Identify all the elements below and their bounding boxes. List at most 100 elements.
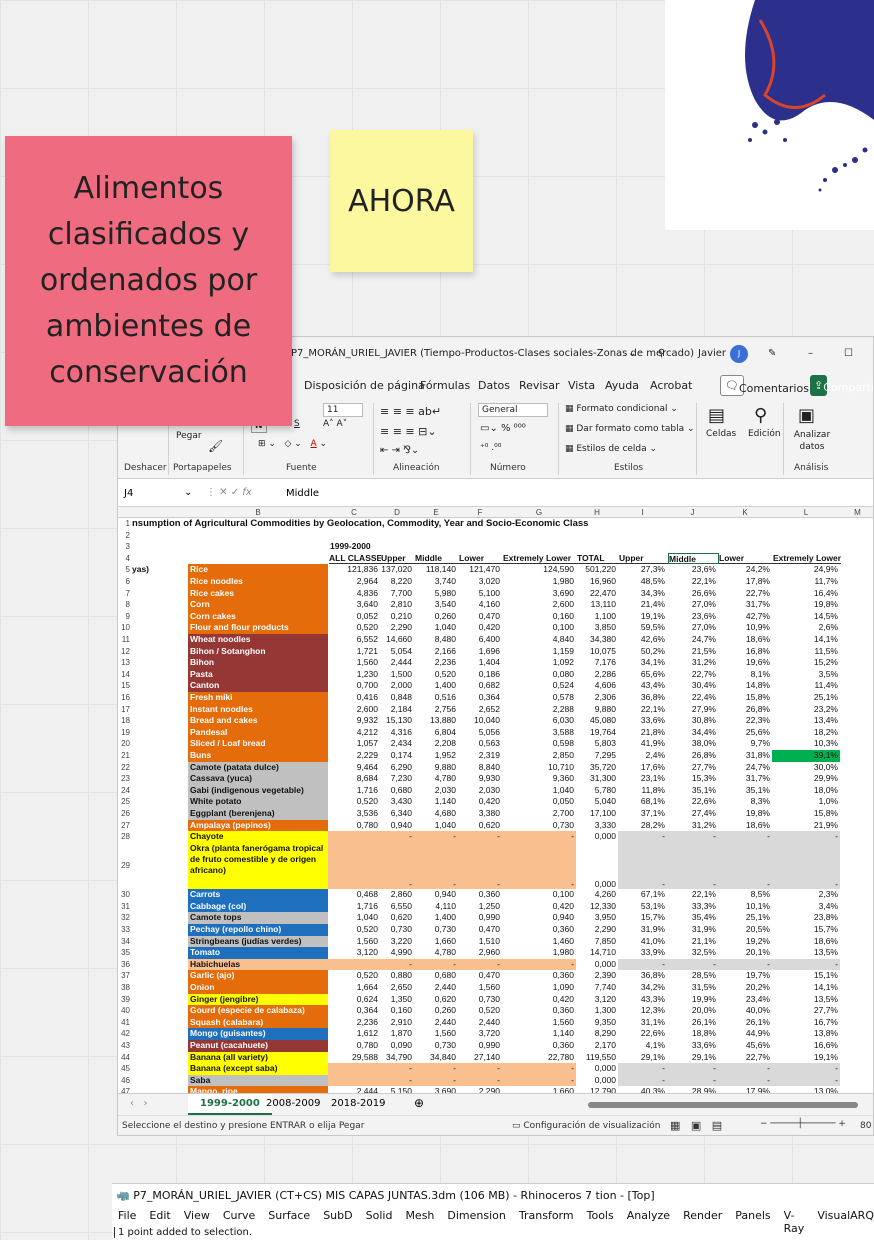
cell[interactable]: 1,664 [328, 982, 380, 994]
cell[interactable]: 31,7% [718, 773, 772, 785]
cell[interactable]: 1,660 [414, 936, 458, 948]
cell[interactable]: Middle [415, 553, 459, 565]
cell[interactable]: - [502, 842, 576, 890]
cell[interactable]: Eggplant (berenjena) [188, 808, 328, 820]
cell[interactable]: 3,720 [458, 1028, 502, 1040]
percent-icon[interactable]: ▭⌄ % ⁰⁰⁰ [480, 423, 526, 434]
cell[interactable]: 0,940 [414, 889, 458, 901]
cell[interactable]: 2,208 [414, 738, 458, 750]
cell[interactable]: 19,764 [576, 727, 618, 739]
column-header[interactable]: I [618, 508, 667, 517]
cell[interactable]: 21,5% [667, 646, 718, 658]
cell[interactable]: 3,588 [502, 727, 576, 739]
cell[interactable]: 3,5% [772, 669, 840, 681]
tab-help[interactable]: Ayuda [605, 379, 639, 392]
rhino-menu-item[interactable]: Transform [519, 1209, 574, 1235]
cell[interactable]: 7,850 [576, 936, 618, 948]
cell[interactable]: Camote (patata dulce) [188, 761, 328, 774]
cell[interactable]: 2,166 [414, 646, 458, 658]
cell[interactable]: 18,8% [667, 1028, 718, 1040]
row-number[interactable]: 28 [118, 831, 130, 843]
cell[interactable]: 30,4% [667, 680, 718, 692]
cell[interactable]: 1,350 [380, 994, 414, 1006]
cell[interactable]: 0,100 [502, 889, 576, 901]
cell[interactable]: 13,4% [772, 715, 840, 727]
cell[interactable]: 501,220 [576, 564, 618, 576]
cell[interactable]: 5,780 [576, 785, 618, 797]
cell[interactable]: 27,4% [667, 808, 718, 820]
cell[interactable]: 137,020 [380, 564, 414, 576]
cell[interactable]: 1,404 [458, 657, 502, 669]
cell[interactable]: - [667, 1074, 718, 1087]
cell[interactable]: 0,730 [414, 924, 458, 936]
cell[interactable]: 18,6% [718, 820, 772, 832]
cell[interactable]: - [718, 1074, 772, 1087]
cell[interactable]: Mongo (guisantes) [188, 1028, 328, 1040]
font-size-select[interactable]: 11 [323, 403, 363, 417]
row-number[interactable]: 9 [118, 611, 130, 623]
cell[interactable]: Sliced / Loaf bread [188, 738, 328, 750]
cell[interactable]: 22,470 [576, 588, 618, 600]
cell[interactable]: 27,9% [667, 704, 718, 716]
cell[interactable]: 18,0% [772, 785, 840, 797]
cell[interactable]: - [718, 1063, 772, 1075]
cell[interactable]: 1,560 [414, 1028, 458, 1040]
cell[interactable]: 6,804 [414, 727, 458, 739]
row-number[interactable]: 10 [118, 622, 130, 634]
cell[interactable]: 36,8% [618, 970, 667, 982]
row-number[interactable]: 3 [118, 541, 130, 553]
rhino-menu-item[interactable]: Solid [366, 1209, 393, 1235]
cell[interactable]: Pandesal [188, 726, 328, 739]
cell[interactable]: 13,110 [576, 599, 618, 611]
cell[interactable]: 3,740 [414, 576, 458, 588]
cell[interactable]: 7,740 [576, 982, 618, 994]
cell[interactable]: Camote tops [188, 912, 328, 924]
cell[interactable]: 2,319 [458, 750, 502, 762]
sticky-note-yellow[interactable]: AHORA [330, 130, 473, 272]
row-number[interactable]: 46 [118, 1075, 130, 1087]
cell[interactable] [328, 958, 380, 971]
cell[interactable]: 31,9% [667, 924, 718, 936]
cell[interactable]: 1,560 [502, 1017, 576, 1029]
cell[interactable]: 7,230 [380, 773, 414, 785]
row-number[interactable]: 40 [118, 1005, 130, 1017]
cell[interactable]: 2,652 [458, 704, 502, 716]
cell[interactable]: 5,100 [458, 588, 502, 600]
cell[interactable]: 2,184 [380, 704, 414, 716]
rhino-menu-item[interactable]: Tools [587, 1209, 614, 1235]
cell[interactable]: Bread and cakes [188, 715, 328, 727]
cell[interactable]: 41,9% [618, 738, 667, 750]
rhino-menu-item[interactable]: Mesh [405, 1209, 434, 1235]
align-left-icon[interactable]: ≡ ≡ ≡ ⊟⌄ [380, 425, 437, 438]
cell[interactable]: 0,990 [458, 912, 502, 924]
cell[interactable]: 0,470 [458, 924, 502, 936]
cell[interactable]: 0,848 [380, 692, 414, 704]
cell[interactable]: 29,1% [618, 1052, 667, 1064]
cell[interactable]: 6,290 [380, 762, 414, 774]
cell[interactable]: Flour and flour products [188, 622, 328, 634]
cell[interactable]: 31,7% [718, 599, 772, 611]
cell[interactable]: 43,4% [618, 680, 667, 692]
cell[interactable]: - [458, 1074, 502, 1087]
cell[interactable]: 2,434 [380, 738, 414, 750]
cell[interactable]: 23,8% [772, 912, 840, 924]
tab-sheet-2008[interactable]: 2008-2009 [266, 1098, 321, 1109]
cell[interactable]: 22,7% [667, 669, 718, 681]
cell[interactable]: 50,2% [618, 646, 667, 658]
cell[interactable]: - [380, 842, 414, 890]
cell[interactable]: 0,360 [458, 889, 502, 901]
cell[interactable]: 27,3% [618, 564, 667, 576]
cell[interactable]: 8,3% [718, 796, 772, 808]
cell[interactable]: 3,120 [328, 947, 380, 959]
cell[interactable]: 1,460 [502, 936, 576, 948]
cell[interactable]: 4,840 [502, 634, 576, 646]
row-number[interactable]: 2 [118, 530, 130, 542]
cell[interactable]: 41,0% [618, 936, 667, 948]
cell[interactable]: 0,780 [328, 1040, 380, 1052]
cell[interactable]: 15,130 [380, 715, 414, 727]
cell[interactable]: 11,5% [772, 646, 840, 658]
column-header[interactable]: G [502, 508, 576, 517]
cell[interactable]: 22,1% [667, 576, 718, 588]
cell[interactable]: 31,300 [576, 773, 618, 785]
cell[interactable]: 1,090 [502, 982, 576, 994]
